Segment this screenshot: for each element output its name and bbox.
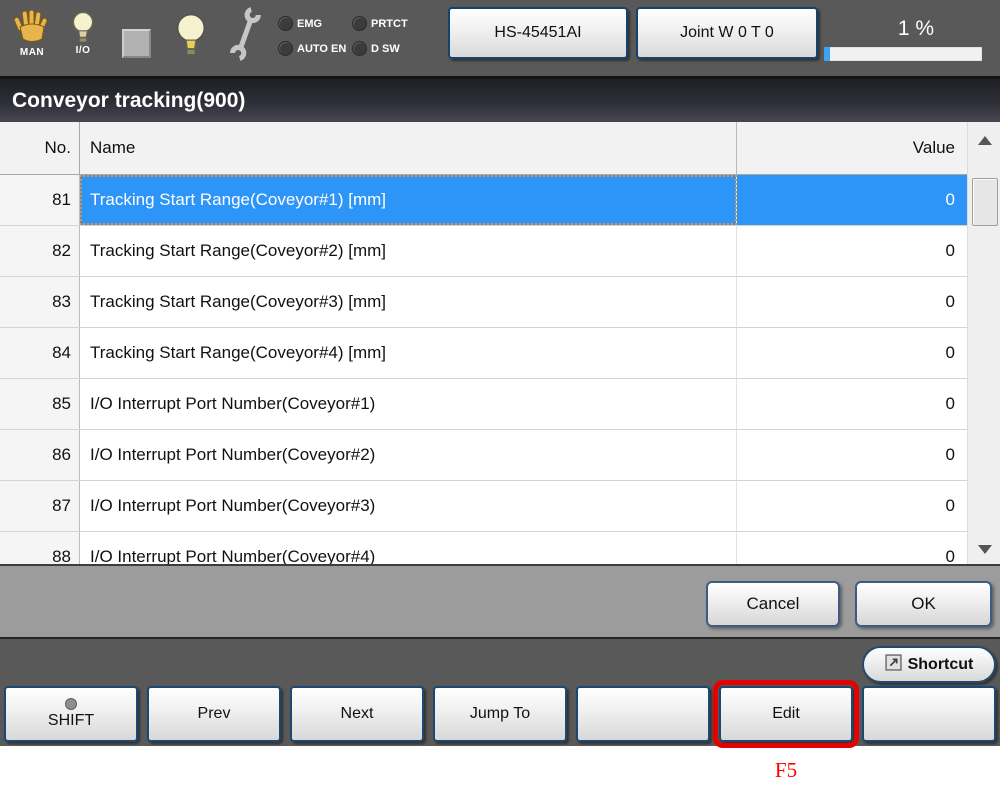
ok-button[interactable]: OK bbox=[855, 581, 992, 627]
function-key-empty-5[interactable] bbox=[576, 686, 710, 742]
row-number-cell: 83 bbox=[0, 277, 80, 327]
robot-type-button[interactable]: HS-45451AI bbox=[448, 7, 628, 59]
row-name-cell: I/O Interrupt Port Number(Coveyor#4) bbox=[80, 532, 737, 566]
row-value-cell: 0 bbox=[737, 532, 967, 566]
table-row-83[interactable]: 83 Tracking Start Range(Coveyor#3) [mm] … bbox=[0, 277, 967, 328]
column-header-value: Value bbox=[737, 122, 967, 174]
function-key-label: Edit bbox=[772, 705, 800, 723]
row-value-cell: 0 bbox=[737, 379, 967, 429]
row-name-cell: I/O Interrupt Port Number(Coveyor#2) bbox=[80, 430, 737, 480]
function-key-jump-to[interactable]: Jump To bbox=[433, 686, 567, 742]
row-value-cell: 0 bbox=[737, 175, 967, 225]
row-value-cell: 0 bbox=[737, 277, 967, 327]
scroll-up-icon[interactable] bbox=[978, 136, 992, 145]
manual-mode-indicator: MAN bbox=[12, 8, 52, 58]
auto-en-lamp-icon bbox=[278, 41, 293, 56]
speed-progress-bar bbox=[824, 47, 982, 61]
column-header-no: No. bbox=[0, 122, 80, 174]
emg-label: EMG bbox=[297, 18, 322, 30]
lamp-icon bbox=[172, 12, 210, 59]
table-row-87[interactable]: 87 I/O Interrupt Port Number(Coveyor#3) … bbox=[0, 481, 967, 532]
auto-en-indicator: AUTO EN bbox=[278, 39, 346, 58]
function-key-prev[interactable]: Prev bbox=[147, 686, 281, 742]
function-key-label: Jump To bbox=[470, 705, 530, 723]
indicator-column-right: PRTCT D SW bbox=[352, 14, 408, 58]
table-content: No. Name Value 81 Tracking Start Range(C… bbox=[0, 122, 967, 564]
function-key-label: Prev bbox=[198, 705, 231, 723]
status-bar: MAN I/O bbox=[0, 0, 1000, 79]
vertical-scrollbar[interactable] bbox=[967, 122, 1000, 564]
function-key-annotation: F5 bbox=[714, 758, 858, 783]
row-name-cell: Tracking Start Range(Coveyor#3) [mm] bbox=[80, 277, 737, 327]
scrollbar-thumb[interactable] bbox=[972, 178, 998, 226]
stop-square-icon bbox=[122, 29, 151, 58]
speed-progress-fill bbox=[824, 47, 830, 61]
row-number-cell: 84 bbox=[0, 328, 80, 378]
d-sw-indicator: D SW bbox=[352, 39, 408, 58]
column-header-name: Name bbox=[80, 122, 737, 174]
function-key-shift[interactable]: SHIFT bbox=[4, 686, 138, 742]
teach-pendant-screen: MAN I/O bbox=[0, 0, 1000, 794]
prtct-label: PRTCT bbox=[371, 18, 408, 30]
row-value-cell: 0 bbox=[737, 226, 967, 276]
parameter-table: No. Name Value 81 Tracking Start Range(C… bbox=[0, 122, 1000, 566]
d-sw-label: D SW bbox=[371, 43, 400, 55]
row-name-cell: Tracking Start Range(Coveyor#2) [mm] bbox=[80, 226, 737, 276]
d-sw-lamp-icon bbox=[352, 41, 367, 56]
function-key-empty-7[interactable] bbox=[862, 686, 996, 742]
emg-lamp-icon bbox=[278, 16, 293, 31]
cancel-button[interactable]: Cancel bbox=[706, 581, 840, 627]
wrench-icon bbox=[226, 6, 266, 65]
table-row-88[interactable]: 88 I/O Interrupt Port Number(Coveyor#4) … bbox=[0, 532, 967, 566]
table-row-85[interactable]: 85 I/O Interrupt Port Number(Coveyor#1) … bbox=[0, 379, 967, 430]
speed-percent-label: 1 % bbox=[856, 17, 976, 41]
row-value-cell: 0 bbox=[737, 481, 967, 531]
prtct-indicator: PRTCT bbox=[352, 14, 408, 33]
function-key-label: Next bbox=[341, 705, 374, 723]
shortcut-icon bbox=[885, 654, 902, 676]
emg-indicator: EMG bbox=[278, 14, 346, 33]
row-name-cell: I/O Interrupt Port Number(Coveyor#3) bbox=[80, 481, 737, 531]
auto-en-label: AUTO EN bbox=[297, 43, 346, 55]
page-title: Conveyor tracking(900) bbox=[0, 79, 1000, 122]
row-number-cell: 87 bbox=[0, 481, 80, 531]
row-name-cell: Tracking Start Range(Coveyor#1) [mm] bbox=[80, 175, 737, 225]
coordinate-mode-button[interactable]: Joint W 0 T 0 bbox=[636, 7, 818, 59]
table-row-84[interactable]: 84 Tracking Start Range(Coveyor#4) [mm] … bbox=[0, 328, 967, 379]
scroll-down-icon[interactable] bbox=[978, 545, 992, 554]
function-key-next[interactable]: Next bbox=[290, 686, 424, 742]
row-name-cell: Tracking Start Range(Coveyor#4) [mm] bbox=[80, 328, 737, 378]
row-number-cell: 85 bbox=[0, 379, 80, 429]
function-key-row: SHIFT Prev Next Jump To Edit bbox=[0, 686, 1000, 742]
prtct-lamp-icon bbox=[352, 16, 367, 31]
function-key-band: Shortcut SHIFT Prev Next Jump To Edit bbox=[0, 639, 1000, 746]
row-number-cell: 82 bbox=[0, 226, 80, 276]
row-number-cell: 88 bbox=[0, 532, 80, 566]
io-lamp: I/O bbox=[66, 10, 100, 56]
row-number-cell: 86 bbox=[0, 430, 80, 480]
function-key-label: SHIFT bbox=[48, 712, 94, 730]
table-header-row: No. Name Value bbox=[0, 122, 967, 175]
table-row-81[interactable]: 81 Tracking Start Range(Coveyor#1) [mm] … bbox=[0, 175, 967, 226]
table-row-82[interactable]: 82 Tracking Start Range(Coveyor#2) [mm] … bbox=[0, 226, 967, 277]
row-name-cell: I/O Interrupt Port Number(Coveyor#1) bbox=[80, 379, 737, 429]
indicator-column-left: EMG AUTO EN bbox=[278, 14, 346, 58]
table-row-86[interactable]: 86 I/O Interrupt Port Number(Coveyor#2) … bbox=[0, 430, 967, 481]
shift-lamp-icon bbox=[65, 698, 77, 710]
shortcut-label: Shortcut bbox=[908, 656, 974, 674]
shortcut-button[interactable]: Shortcut bbox=[862, 646, 996, 683]
function-key-edit[interactable]: Edit bbox=[719, 686, 853, 742]
table-body: 81 Tracking Start Range(Coveyor#1) [mm] … bbox=[0, 175, 967, 566]
row-value-cell: 0 bbox=[737, 430, 967, 480]
dialog-button-band: Cancel OK bbox=[0, 566, 1000, 639]
row-number-cell: 81 bbox=[0, 175, 80, 225]
row-value-cell: 0 bbox=[737, 328, 967, 378]
